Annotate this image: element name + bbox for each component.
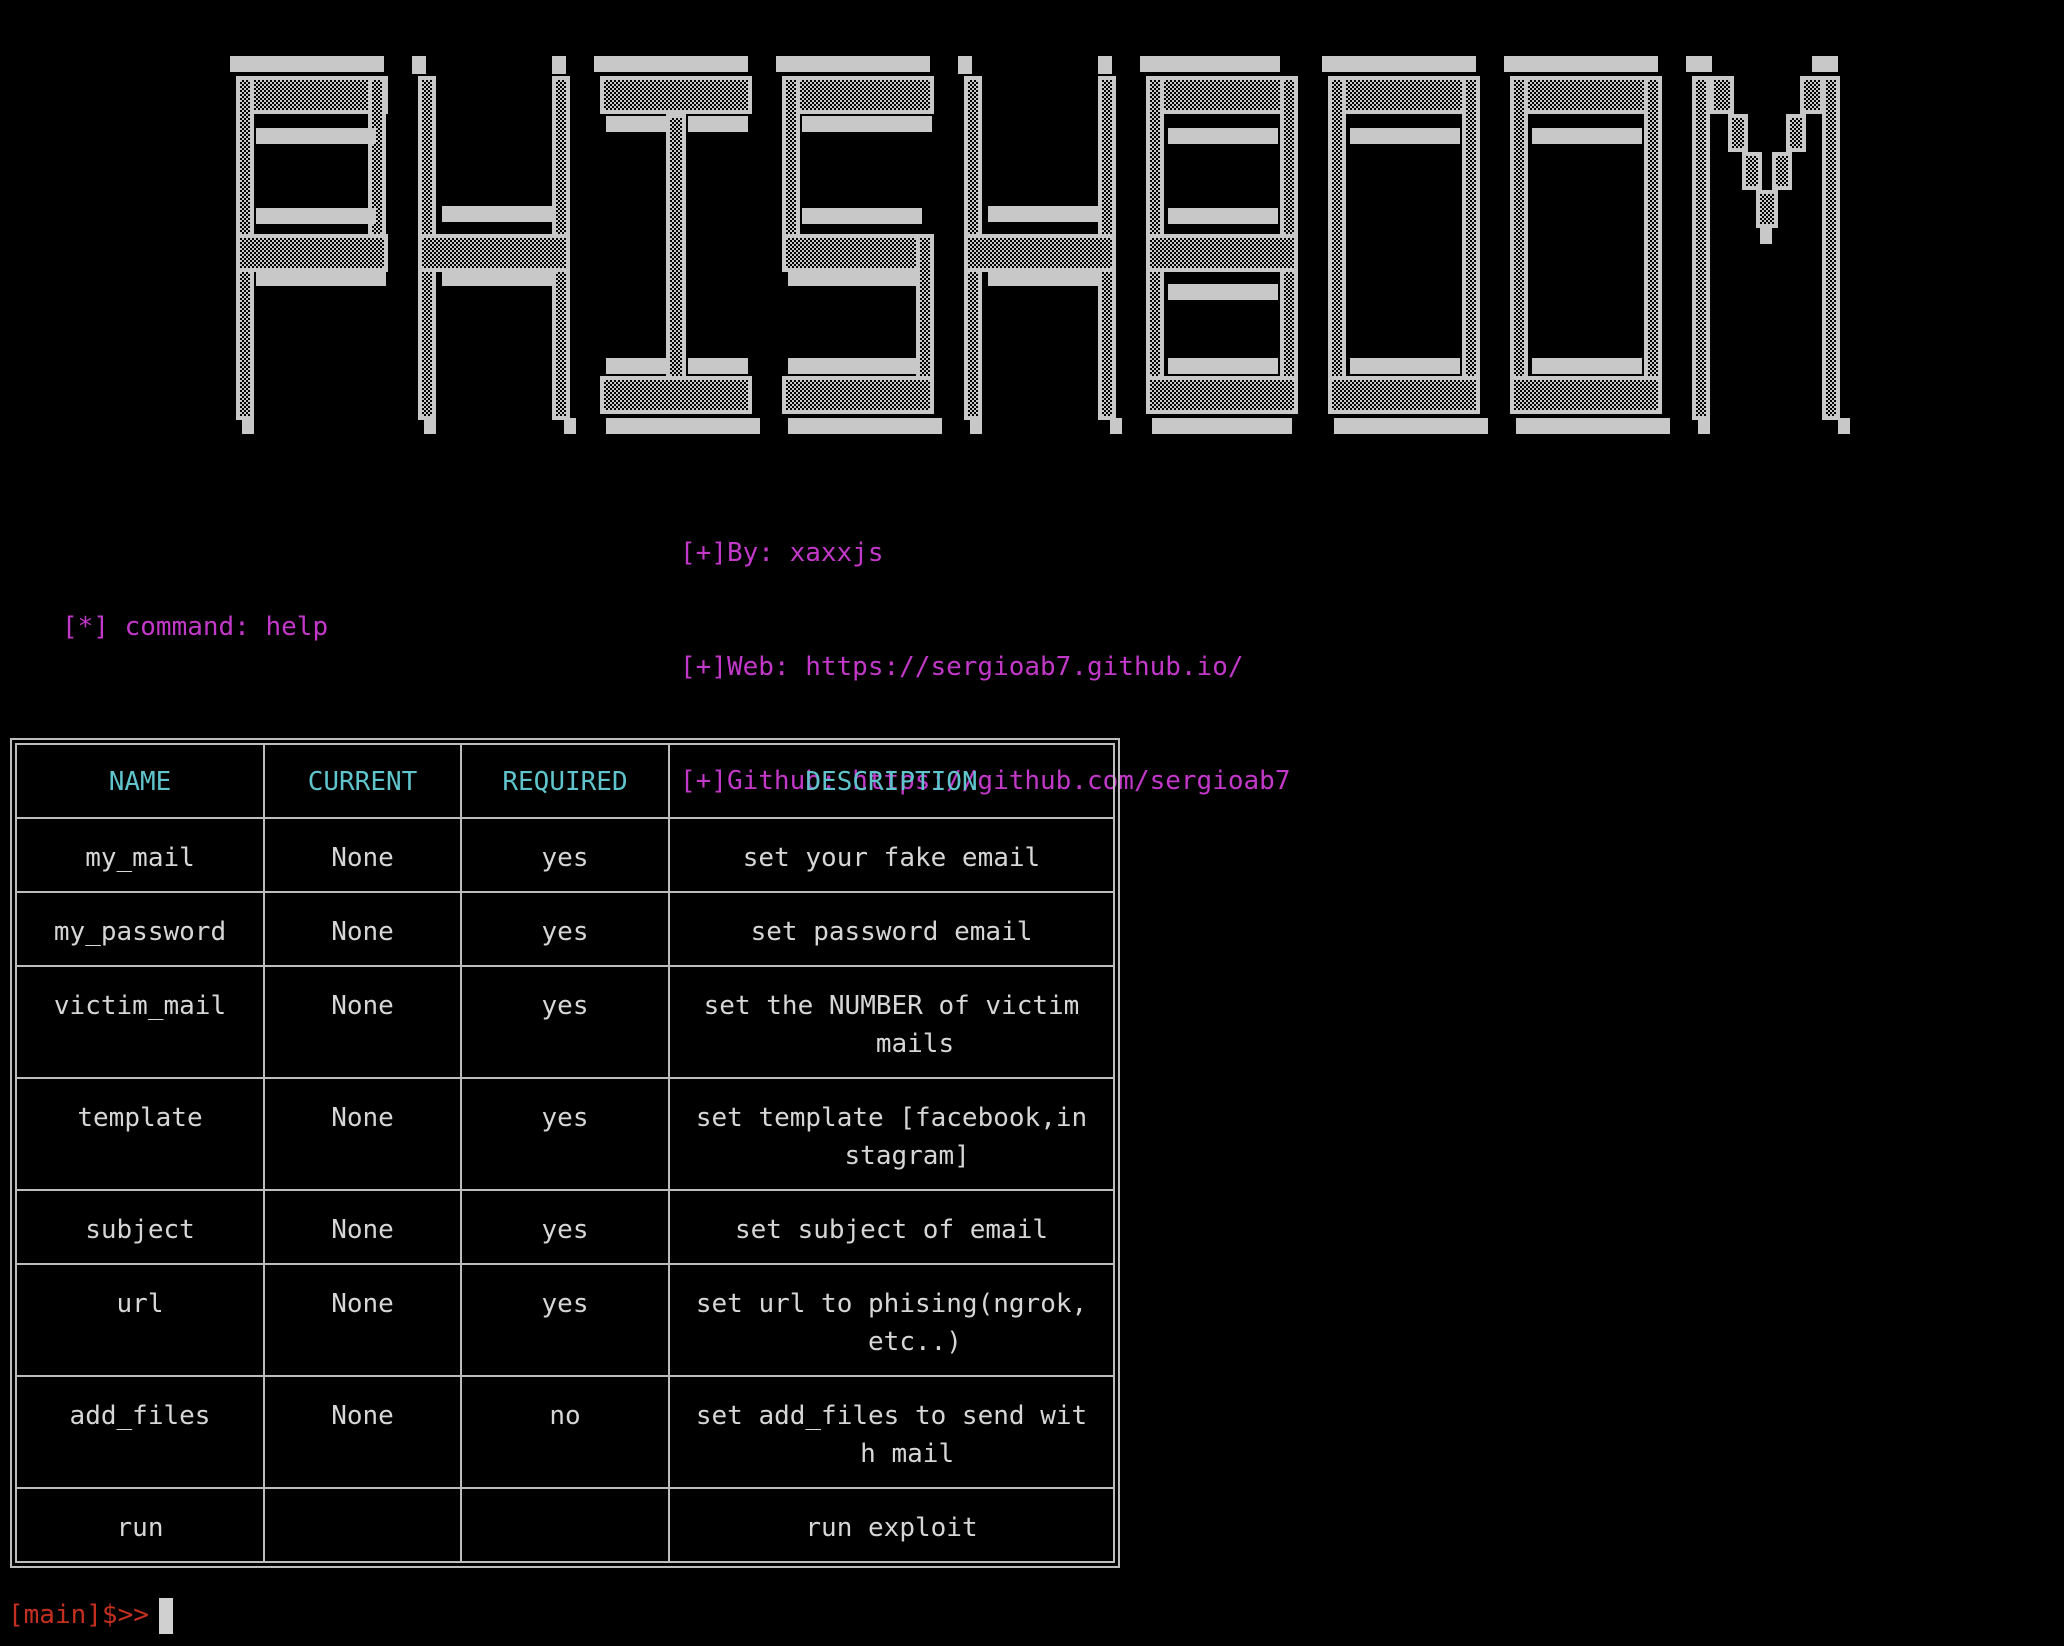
table-row: run run exploit: [15, 1487, 1115, 1563]
cell-name: add_files: [15, 1375, 265, 1489]
options-table: NAME CURRENT REQUIRED DESCRIPTION my_mai…: [15, 743, 1115, 1563]
cell-description: set password email: [668, 891, 1115, 967]
command-echo: [*] command: help: [62, 612, 329, 642]
cell-required: [460, 1487, 670, 1563]
options-table-frame: NAME CURRENT REQUIRED DESCRIPTION my_mai…: [10, 738, 1120, 1568]
cell-name: subject: [15, 1189, 265, 1265]
cell-required: yes: [460, 1263, 670, 1377]
cell-description: set subject of email: [668, 1189, 1115, 1265]
text-cursor[interactable]: [158, 1597, 173, 1634]
table-row: template None yes set template [facebook…: [15, 1077, 1115, 1191]
cell-description: set add_files to send wit h mail: [668, 1375, 1115, 1489]
shell-prompt[interactable]: [main]$>>: [8, 1596, 173, 1634]
banner-letter-h2: [958, 56, 1122, 434]
banner-letter-i: [594, 56, 760, 434]
header-required: REQUIRED: [460, 743, 670, 819]
banner-letter-b: [1140, 56, 1298, 434]
banner-letter-p: [230, 56, 388, 434]
table-row: subject None yes set subject of email: [15, 1189, 1115, 1265]
cell-description: set url to phising(ngrok, etc..): [668, 1263, 1115, 1377]
table-row: add_files None no set add_files to send …: [15, 1375, 1115, 1489]
banner-letter-o: [1322, 56, 1488, 434]
cell-current: None: [263, 817, 462, 893]
cell-current: None: [263, 891, 462, 967]
cell-current: None: [263, 1263, 462, 1377]
cell-name: template: [15, 1077, 265, 1191]
cell-current: [263, 1487, 462, 1563]
author-web[interactable]: [+]Web: https://sergioab7.github.io/: [680, 648, 1290, 686]
table-header-row: NAME CURRENT REQUIRED DESCRIPTION: [15, 743, 1115, 819]
ascii-banner: [228, 56, 1860, 436]
cell-required: yes: [460, 965, 670, 1079]
cell-required: yes: [460, 891, 670, 967]
banner-letter-o2: [1504, 56, 1670, 434]
cell-required: yes: [460, 1189, 670, 1265]
cell-description: set your fake email: [668, 817, 1115, 893]
cell-name: victim_mail: [15, 965, 265, 1079]
banner-art: [230, 56, 1850, 434]
cell-name: run: [15, 1487, 265, 1563]
header-current: CURRENT: [263, 743, 462, 819]
table-row: url None yes set url to phising(ngrok, e…: [15, 1263, 1115, 1377]
cell-required: yes: [460, 817, 670, 893]
cell-name: my_mail: [15, 817, 265, 893]
banner-letter-s: [776, 56, 942, 434]
header-name: NAME: [15, 743, 265, 819]
cell-description: run exploit: [668, 1487, 1115, 1563]
author-by: [+]By: xaxxjs: [680, 538, 884, 568]
cell-name: my_password: [15, 891, 265, 967]
table-row: my_mail None yes set your fake email: [15, 817, 1115, 893]
table-row: my_password None yes set password email: [15, 891, 1115, 967]
cell-current: None: [263, 965, 462, 1079]
cell-current: None: [263, 1077, 462, 1191]
cell-current: None: [263, 1189, 462, 1265]
table-row: victim_mail None yes set the NUMBER of v…: [15, 965, 1115, 1079]
cell-description: set the NUMBER of victim mails: [668, 965, 1115, 1079]
header-description: DESCRIPTION: [668, 743, 1115, 819]
cell-name: url: [15, 1263, 265, 1377]
cell-current: None: [263, 1375, 462, 1489]
cell-required: yes: [460, 1077, 670, 1191]
banner-letter-m: [1686, 56, 1850, 434]
prompt-label: [main]$>>: [8, 1600, 149, 1630]
banner-letter-h: [412, 56, 576, 434]
cell-required: no: [460, 1375, 670, 1489]
cell-description: set template [facebook,in stagram]: [668, 1077, 1115, 1191]
